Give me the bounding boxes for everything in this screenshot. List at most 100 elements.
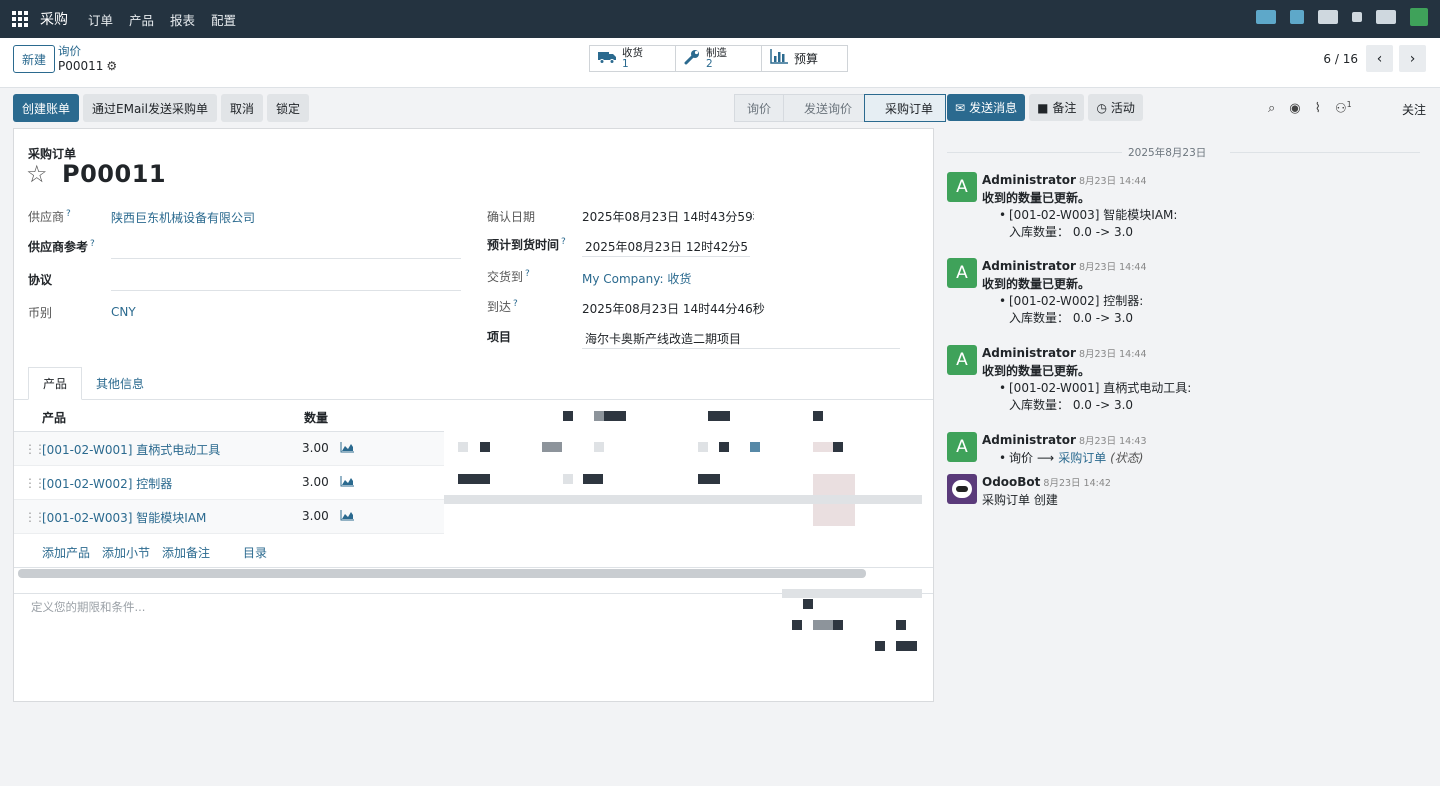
send-message-button[interactable]: ✉ 发送消息 — [947, 94, 1026, 121]
avatar[interactable]: A — [947, 432, 977, 462]
terms-field[interactable]: 定义您的期限和条件... — [31, 599, 145, 615]
line-product[interactable]: [001-02-W002] 控制器 — [42, 475, 172, 492]
message-item: [001-02-W002] 控制器: — [982, 293, 1146, 310]
avatar[interactable]: A — [947, 345, 977, 375]
drag-handle-icon[interactable]: ⋮⋮ — [24, 510, 46, 524]
tab-products[interactable]: 产品 — [28, 367, 83, 400]
project-underline — [582, 348, 900, 349]
help-icon[interactable]: ? — [561, 237, 566, 247]
expected-arrival-field[interactable]: 2025年08月23日 12时42分53 — [585, 238, 748, 255]
receipts-count: 1 — [622, 57, 629, 70]
bar-chart-icon — [770, 49, 788, 68]
add-note-link[interactable]: 添加备注 — [162, 544, 210, 561]
user-avatar[interactable] — [1410, 8, 1428, 26]
paperclip-icon[interactable]: ⌇ — [1315, 101, 1321, 116]
message-author[interactable]: Administrator — [982, 259, 1076, 273]
tab-other-info[interactable]: 其他信息 — [82, 367, 158, 400]
app-brand[interactable]: 采购 — [40, 9, 68, 29]
search-icon[interactable]: ⌕ — [1268, 101, 1275, 116]
help-icon[interactable]: ? — [525, 269, 530, 279]
avatar[interactable]: A — [947, 258, 977, 288]
avatar[interactable] — [947, 474, 977, 504]
send-email-button[interactable]: 通过EMail发送采购单 — [83, 94, 217, 122]
stage-purchase-order[interactable]: 采购订单 — [864, 94, 947, 122]
receipts-smart-button[interactable]: 收货 1 — [589, 45, 676, 72]
deliver-to-field[interactable]: My Company: 收货 — [582, 270, 691, 287]
star-icon[interactable]: ☆ — [26, 160, 48, 188]
odoobot-icon — [952, 480, 972, 498]
help-icon[interactable]: ? — [66, 209, 71, 219]
add-product-link[interactable]: 添加产品 — [42, 544, 90, 561]
menu-orders[interactable]: 订单 — [88, 10, 113, 29]
menu-configuration[interactable]: 配置 — [211, 10, 236, 29]
column-quantity[interactable]: 数量 — [304, 409, 328, 426]
systray-clock-icon[interactable] — [1352, 12, 1362, 22]
breadcrumb-parent[interactable]: 询价 — [58, 44, 117, 59]
pager-value[interactable]: 6 / 16 — [1323, 52, 1358, 66]
stage-rfq[interactable]: 询价 — [734, 94, 785, 122]
table-row[interactable]: ⋮⋮ [001-02-W003] 智能模块IAM 3.00 — [14, 500, 444, 534]
menu-products[interactable]: 产品 — [129, 10, 154, 29]
message-item: [001-02-W003] 智能模块IAM: — [982, 207, 1177, 224]
menu-reports[interactable]: 报表 — [170, 10, 195, 29]
apps-menu-icon[interactable] — [0, 0, 40, 38]
add-section-link[interactable]: 添加小节 — [102, 544, 150, 561]
log-note-button[interactable]: ■ 备注 — [1029, 94, 1085, 121]
activity-button[interactable]: ◷ 活动 — [1088, 94, 1143, 121]
change-label: 入库数量： — [1009, 398, 1070, 412]
line-product[interactable]: [001-02-W003] 智能模块IAM — [42, 509, 206, 526]
chevron-left-icon[interactable]: ‹ — [1366, 45, 1393, 72]
drag-handle-icon[interactable]: ⋮⋮ — [24, 476, 46, 490]
message-text: 采购订单 创建 — [982, 493, 1058, 507]
manufacturing-smart-button[interactable]: 制造 2 — [675, 45, 762, 72]
smart-buttons: 收货 1 制造 2 预算 — [589, 45, 848, 72]
avatar[interactable]: A — [947, 172, 977, 202]
forecast-chart-icon[interactable] — [340, 476, 354, 490]
cancel-button[interactable]: 取消 — [220, 94, 263, 122]
systray-activity-icon[interactable] — [1290, 10, 1304, 24]
gear-icon[interactable]: ⚙ — [106, 59, 117, 73]
systray-item-icon[interactable] — [1318, 10, 1338, 24]
horizontal-scrollbar[interactable] — [18, 569, 866, 578]
message-author[interactable]: Administrator — [982, 433, 1076, 447]
create-bill-button[interactable]: 创建账单 — [13, 94, 80, 122]
old-status: 询价 — [1009, 451, 1034, 465]
table-row[interactable]: ⋮⋮ [001-02-W001] 直柄式电动工具 3.00 — [14, 432, 444, 466]
new-button[interactable]: 新建 — [13, 45, 55, 73]
log-note-label: 备注 — [1052, 101, 1077, 115]
follow-button[interactable]: 关注 — [1402, 101, 1426, 118]
breadcrumb: 询价 P00011 ⚙ — [58, 44, 117, 74]
currency-field[interactable]: CNY — [111, 305, 136, 319]
table-row[interactable]: ⋮⋮ [001-02-W002] 控制器 3.00 — [14, 466, 444, 500]
systray-company-icon[interactable] — [1376, 10, 1396, 24]
drag-handle-icon[interactable]: ⋮⋮ — [24, 442, 46, 456]
catalog-link[interactable]: 目录 — [243, 544, 267, 561]
message-author[interactable]: Administrator — [982, 173, 1076, 187]
eye-icon[interactable]: ◉ — [1289, 101, 1300, 116]
line-quantity[interactable]: 3.00 — [302, 509, 329, 523]
expected-arrival-label: 预计到货时间 — [487, 238, 560, 252]
stage-rfq-sent[interactable]: 发送询价 — [783, 94, 866, 122]
budget-smart-button[interactable]: 预算 — [761, 45, 848, 72]
budget-label: 预算 — [794, 52, 819, 66]
column-product[interactable]: 产品 — [42, 409, 66, 426]
line-product[interactable]: [001-02-W001] 直柄式电动工具 — [42, 441, 220, 458]
line-quantity[interactable]: 3.00 — [302, 475, 329, 489]
message-author[interactable]: OdooBot — [982, 475, 1040, 489]
vendor-field[interactable]: 陕西巨东机械设备有限公司 — [111, 209, 255, 226]
help-icon[interactable]: ? — [90, 239, 95, 249]
followers-icon[interactable]: ⚇1 — [1335, 100, 1352, 116]
project-field[interactable]: 海尔卡奥斯产线改造二期项目 — [585, 330, 741, 347]
arrival-field: 2025年08月23日 14时44分46秒 — [582, 302, 765, 316]
forecast-chart-icon[interactable] — [340, 510, 354, 524]
chevron-right-icon[interactable]: › — [1399, 45, 1426, 72]
new-status: 采购订单 — [1058, 451, 1107, 465]
line-quantity[interactable]: 3.00 — [302, 441, 329, 455]
help-icon[interactable]: ? — [513, 299, 518, 309]
chatter-actions: ✉ 发送消息 ■ 备注 ◷ 活动 — [947, 94, 1143, 121]
message-author[interactable]: Administrator — [982, 346, 1076, 360]
lock-button[interactable]: 锁定 — [267, 94, 310, 122]
vendor-label: 供应商 — [28, 210, 65, 224]
forecast-chart-icon[interactable] — [340, 442, 354, 456]
systray-chat-icon[interactable] — [1256, 10, 1276, 24]
